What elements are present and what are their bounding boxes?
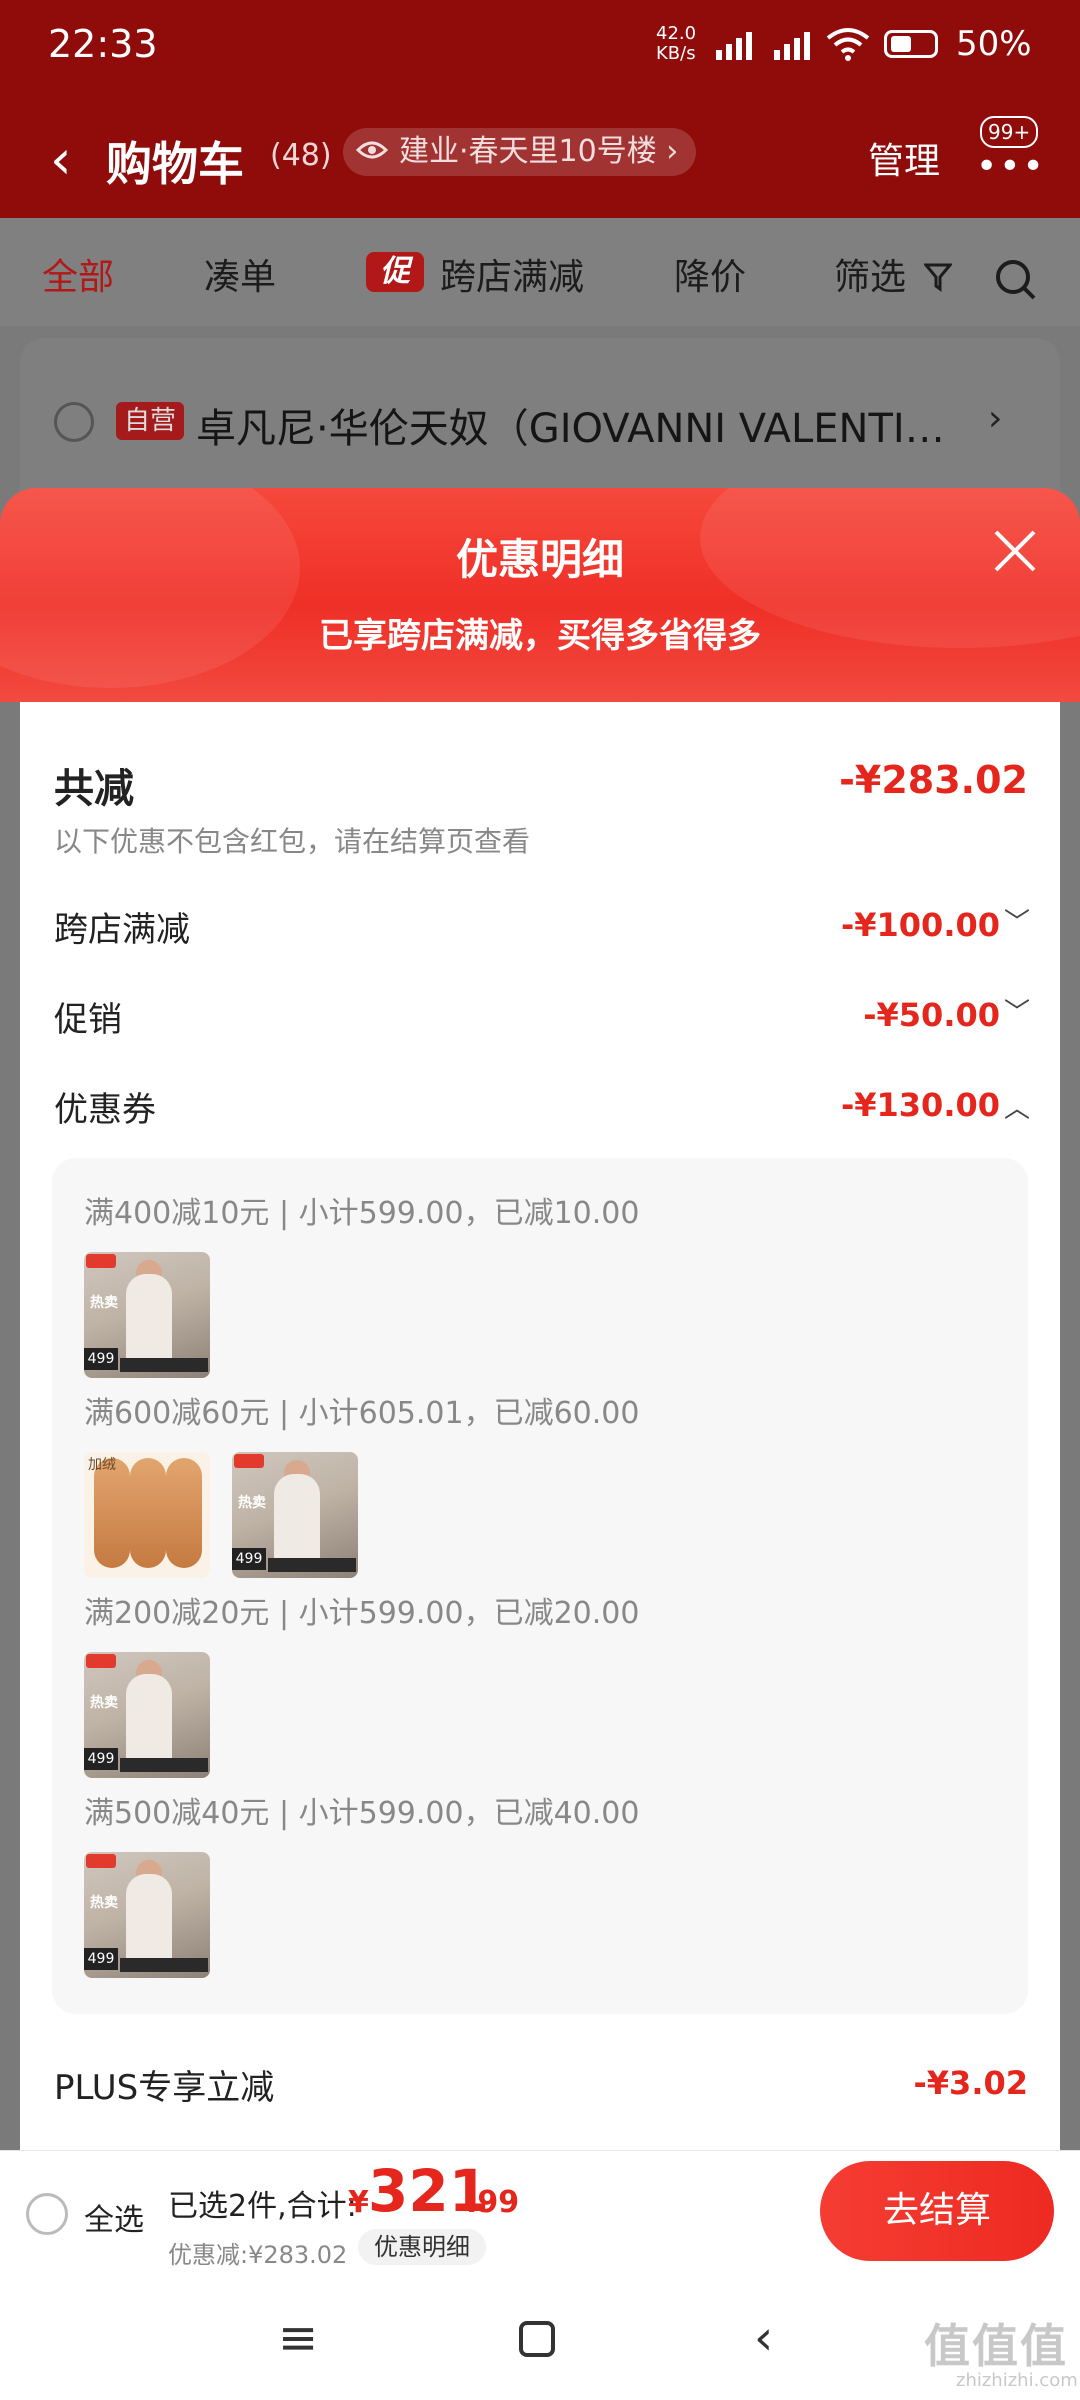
- total-discount-amount: -¥283.02: [839, 758, 1028, 802]
- back-icon[interactable]: ‹: [50, 128, 72, 191]
- discount-sheet: 共减 -¥283.02 以下优惠不包含红包，请在结算页查看 跨店满减 -¥100…: [20, 702, 1060, 2150]
- coupon-rule: 满600减60元 | 小计605.01，已减60.00: [84, 1396, 640, 1431]
- signal-icon: [774, 30, 818, 60]
- tab-bundle[interactable]: 凑单: [204, 248, 276, 300]
- coupon-rule: 满200减20元 | 小计599.00，已减20.00: [84, 1596, 640, 1631]
- system-nav-bar: ≡ ‹: [0, 2276, 1080, 2400]
- selected-summary: 已选2件,合计:: [168, 2189, 357, 2224]
- cross-store-label: 跨店满减: [54, 910, 190, 950]
- tab-cross-store-discount[interactable]: 跨店满减: [440, 248, 584, 300]
- battery-icon: [884, 30, 938, 58]
- select-all-checkbox[interactable]: [26, 2193, 68, 2235]
- more-icon[interactable]: •••: [976, 146, 1046, 187]
- product-thumbnail[interactable]: 热卖 499: [84, 1252, 210, 1378]
- close-icon[interactable]: [990, 526, 1040, 576]
- sheet-title: 优惠明细: [455, 535, 624, 584]
- product-thumbnail[interactable]: 热卖 499: [232, 1452, 358, 1578]
- network-speed: 42.0 KB/s: [656, 23, 697, 64]
- total-price-cents: .99: [466, 2185, 520, 2220]
- select-all-label[interactable]: 全选: [84, 2195, 144, 2239]
- tab-filter[interactable]: 筛选: [834, 248, 906, 300]
- tab-price-drop[interactable]: 降价: [674, 248, 746, 300]
- manage-button[interactable]: 管理: [868, 132, 940, 184]
- coupon-label: 优惠券: [54, 1090, 156, 1130]
- coupon-rule: 满400减10元 | 小计599.00，已减10.00: [84, 1196, 640, 1231]
- filter-icon[interactable]: [924, 262, 952, 292]
- product-thumbnail[interactable]: 热卖 499: [84, 1852, 210, 1978]
- plus-discount-label: PLUS专享立减: [54, 2068, 275, 2108]
- wifi-icon: [826, 28, 870, 61]
- back-nav-icon[interactable]: ‹: [754, 2310, 773, 2366]
- home-icon[interactable]: [518, 2320, 556, 2358]
- currency-symbol: ¥: [348, 2185, 369, 2220]
- product-thumbnail[interactable]: 加绒: [84, 1452, 210, 1578]
- checkout-bar: 全选 已选2件,合计: ¥ 321 .99 优惠减:¥283.02 优惠明细 去…: [0, 2150, 1080, 2277]
- coupon-amount[interactable]: -¥130.00: [841, 1086, 1000, 1124]
- signal-icon: [716, 30, 760, 60]
- checkout-button[interactable]: 去结算: [820, 2161, 1054, 2261]
- product-thumbnail[interactable]: 热卖 499: [84, 1652, 210, 1778]
- battery-percent: 50%: [956, 24, 1032, 64]
- discount-detail-button[interactable]: 优惠明细: [358, 2229, 486, 2265]
- sheet-subtitle: 已享跨店满减，买得多省得多: [319, 616, 761, 656]
- filter-tabs: 全部 凑单 促 跨店满减 降价 筛选: [0, 218, 1080, 326]
- store-name[interactable]: 卓凡尼·华伦天奴（GIOVANNI VALENTI…: [196, 396, 945, 454]
- message-badge: 99+: [980, 116, 1039, 148]
- chevron-right-icon: ›: [988, 398, 1003, 439]
- store-checkbox[interactable]: [54, 402, 94, 442]
- cart-header: ‹ 购物车 (48) 建业·春天里10号楼 › 管理 ••• 99+: [0, 100, 1080, 218]
- self-operated-badge: 自营: [116, 402, 185, 440]
- cart-count: (48): [270, 138, 332, 173]
- watermark-url: zhizhizhi.com: [956, 2370, 1078, 2391]
- cross-store-amount[interactable]: -¥100.00: [841, 906, 1000, 944]
- discount-summary: 优惠减:¥283.02: [168, 2241, 348, 2269]
- coupon-details: 满400减10元 | 小计599.00，已减10.00 热卖 499 满600减…: [52, 1158, 1028, 2014]
- address-selector[interactable]: 建业·春天里10号楼 ›: [343, 128, 697, 176]
- clock: 22:33: [48, 22, 158, 66]
- eye-icon: [356, 141, 388, 159]
- page-title: 购物车: [106, 137, 244, 191]
- plus-discount-amount: -¥3.02: [913, 2064, 1029, 2102]
- promotion-label: 促销: [54, 1000, 122, 1040]
- discount-sheet-header: 优惠明细 已享跨店满减，买得多省得多: [0, 488, 1080, 702]
- watermark: 值值值: [924, 2319, 1068, 2373]
- total-discount-label: 共减: [54, 766, 134, 812]
- menu-icon[interactable]: ≡: [278, 2310, 318, 2366]
- tab-all[interactable]: 全部: [42, 248, 114, 300]
- chevron-down-icon[interactable]: ﹀: [1004, 902, 1030, 939]
- search-icon[interactable]: [994, 258, 1038, 302]
- promotion-amount[interactable]: -¥50.00: [863, 996, 1000, 1034]
- promo-chip: 促: [366, 252, 424, 292]
- chevron-down-icon[interactable]: ﹀: [1004, 992, 1030, 1029]
- discount-note: 以下优惠不包含红包，请在结算页查看: [54, 825, 531, 858]
- chevron-up-icon[interactable]: ︿: [1004, 1088, 1030, 1125]
- coupon-rule: 满500减40元 | 小计599.00，已减40.00: [84, 1796, 640, 1831]
- status-bar: 22:33 42.0 KB/s 50%: [0, 0, 1080, 100]
